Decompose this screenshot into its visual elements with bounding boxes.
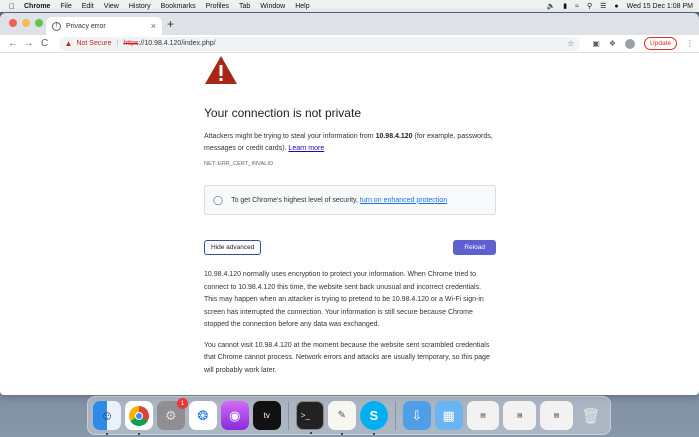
reload-button[interactable]: Reload (453, 240, 496, 255)
new-tab-button[interactable]: + (167, 17, 174, 31)
menu-bookmarks[interactable]: Bookmarks (161, 3, 196, 10)
apple-tv-label: tv (263, 411, 270, 420)
hide-advanced-button[interactable]: Hide advanced (204, 240, 262, 255)
error-code: NET::ERR_CERT_INVALID (204, 161, 274, 167)
warning-triangle-icon (205, 56, 237, 84)
address-bar[interactable]: ▲ Not Secure | https ://10.98.4.120/inde… (58, 36, 581, 51)
window-thumbnail-2[interactable]: ▤ (503, 401, 537, 430)
lightbulb-icon: ◯ (213, 194, 224, 205)
menu-view[interactable]: View (104, 3, 119, 10)
address-separator: | (116, 40, 119, 47)
browser-window: ! Privacy error × + ← → C ▲ Not Secure |… (0, 13, 699, 395)
notification-badge: 1 (176, 398, 188, 409)
close-window-button[interactable] (9, 19, 17, 27)
window-controls (9, 19, 43, 27)
reload-page-button[interactable]: C (37, 38, 53, 49)
advanced-details: 10.98.4.120 normally uses encryption to … (204, 269, 496, 377)
back-button[interactable]: ← (5, 38, 21, 49)
skype-icon[interactable]: S (359, 401, 388, 435)
not-secure-label[interactable]: Not Secure (76, 40, 111, 47)
details-paragraph-1: 10.98.4.120 normally uses encryption to … (204, 271, 484, 328)
menu-bar:  Chrome File Edit View History Bookmark… (0, 0, 699, 12)
puzzle-extensions-icon[interactable]: ❖ (609, 39, 616, 48)
finder-icon[interactable]: ☺ (93, 401, 121, 435)
apple-menu-icon[interactable]:  (0, 2, 24, 11)
more-menu-icon[interactable]: ⋮ (686, 39, 694, 48)
profile-avatar[interactable] (625, 38, 636, 49)
learn-more-link[interactable]: Learn more (288, 145, 324, 152)
wifi-icon[interactable]: ≈ (575, 3, 579, 10)
menu-file[interactable]: File (60, 3, 71, 10)
folder-icon[interactable]: ▦ (434, 401, 463, 430)
control-center-icon[interactable]: ☰ (600, 2, 606, 10)
dock-divider (287, 401, 289, 430)
host-name: 10.98.4.120 (375, 133, 413, 140)
page-title: Your connection is not private (204, 106, 361, 120)
tab-title: Privacy error (66, 22, 106, 30)
dock-divider-2 (394, 401, 396, 430)
menu-history[interactable]: History (129, 3, 151, 10)
intro-paragraph: Attackers might be trying to steal your … (204, 131, 496, 154)
menu-window[interactable]: Window (260, 3, 285, 10)
trash-icon[interactable]: 🗑 (577, 401, 605, 430)
minimize-window-button[interactable] (22, 19, 30, 27)
globe-icon: ! (52, 21, 61, 31)
zoom-window-button[interactable] (35, 19, 43, 27)
downloads-folder-icon[interactable]: ⇩ (402, 401, 431, 430)
chrome-icon[interactable] (124, 401, 153, 435)
terminal-icon[interactable]: >_ (295, 401, 324, 434)
toolbar-actions: ▣ ❖ Update ⋮ (592, 37, 694, 50)
window-thumbnail-1[interactable]: ▤ (466, 401, 500, 430)
details-paragraph-2: You cannot visit 10.98.4.120 at the mome… (204, 341, 490, 374)
safari-icon[interactable]: ❂ (188, 401, 217, 430)
interstitial-content: Your connection is not private Attackers… (204, 55, 496, 385)
tab-close-icon[interactable]: × (151, 21, 156, 31)
apple-tv-icon[interactable]: tv (252, 401, 281, 430)
menu-clock[interactable]: Wed 15 Dec 1:08 PM (627, 3, 693, 10)
system-preferences-icon[interactable]: ⚙ 1 (156, 398, 188, 430)
volume-icon[interactable]: 🔈 (547, 2, 556, 10)
enhanced-protection-box: ◯ To get Chrome's highest level of secur… (204, 185, 496, 215)
terminal-label: >_ (300, 411, 310, 420)
window-thumbnail-3[interactable]: ▤ (540, 401, 573, 430)
bookmark-star-icon[interactable]: ☆ (567, 39, 574, 48)
tab-strip: ! Privacy error × + (0, 13, 699, 35)
siri-icon[interactable]: ● (614, 3, 618, 10)
button-row: Hide advanced Reload (204, 240, 496, 255)
extension-icon[interactable]: ▣ (592, 39, 600, 48)
url-text: ://10.98.4.120/index.php/ (138, 40, 216, 47)
menu-bar-status: 🔈 ▮ ≈ ⚲ ☰ ● Wed 15 Dec 1:08 PM (547, 2, 699, 11)
forward-button[interactable]: → (21, 38, 37, 49)
menu-help[interactable]: Help (295, 3, 309, 10)
menu-edit[interactable]: Edit (82, 3, 94, 10)
menu-app-chrome[interactable]: Chrome (24, 3, 50, 10)
update-button[interactable]: Update (644, 37, 678, 50)
intro-text-start: Attackers might be trying to steal your … (204, 133, 376, 140)
menu-profiles[interactable]: Profiles (206, 3, 229, 10)
warning-icon[interactable]: ▲ (65, 39, 73, 48)
menu-tab[interactable]: Tab (239, 3, 250, 10)
tab-privacy-error[interactable]: ! Privacy error × (46, 17, 162, 35)
enhanced-protection-link[interactable]: turn on enhanced protection (360, 197, 447, 204)
battery-icon[interactable]: ▮ (563, 2, 567, 10)
podcasts-icon[interactable]: ◉ (220, 401, 249, 430)
textedit-icon[interactable]: ✎ (327, 401, 356, 435)
dock: ☺ ⚙ 1 ❂ ◉ tv >_ ✎ S ⇩ ▦ ▤ ▤ ▤ 🗑 (87, 396, 611, 435)
browser-toolbar: ← → C ▲ Not Secure | https ://10.98.4.12… (0, 35, 699, 53)
url-scheme: https (123, 40, 139, 47)
enhanced-text: To get Chrome's highest level of securit… (231, 196, 358, 204)
search-icon[interactable]: ⚲ (587, 2, 592, 10)
